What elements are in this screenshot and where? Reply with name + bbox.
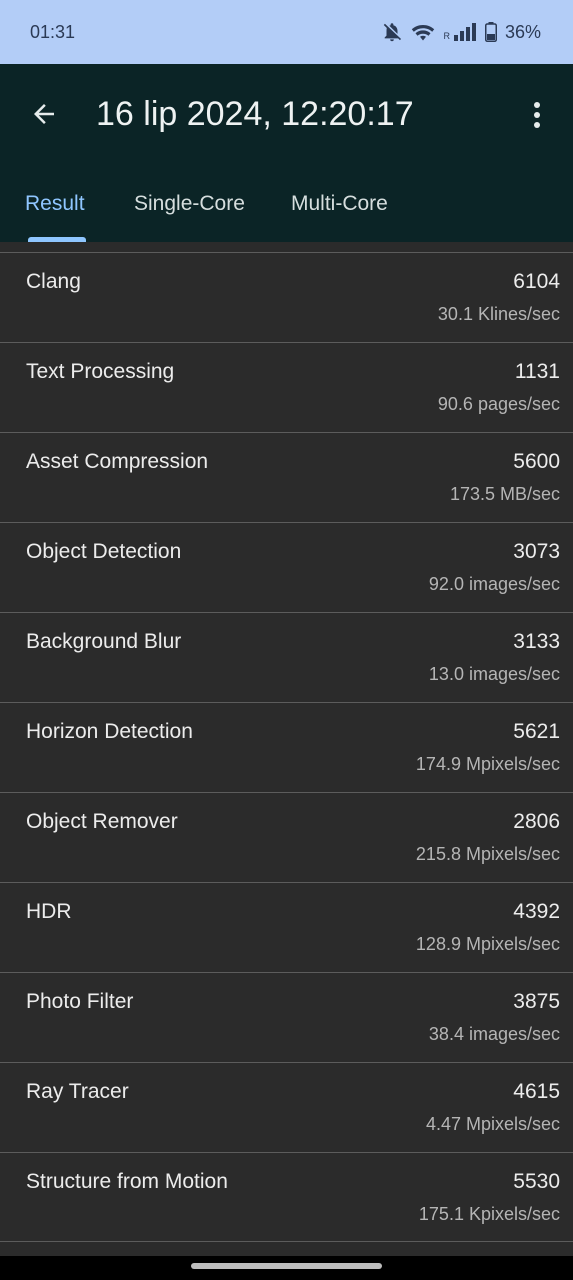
benchmark-name: Structure from Motion [26,1170,228,1193]
benchmark-score: 5621 [513,720,560,743]
roaming-label: R [443,31,450,41]
tab-indicator [28,237,86,242]
list-item[interactable]: Asset Compression 5600 173.5 MB/sec [0,432,573,522]
benchmark-name: Object Remover [26,810,178,833]
tab-result[interactable]: Result [25,192,85,216]
benchmark-name: Background Blur [26,630,182,653]
list-item[interactable]: Text Processing 1131 90.6 pages/sec [0,342,573,432]
benchmark-score: 5530 [513,1170,560,1193]
list-item[interactable]: Object Remover 2806 215.8 Mpixels/sec [0,792,573,882]
benchmark-rate: 90.6 pages/sec [437,394,560,414]
benchmark-score: 1131 [514,360,560,383]
benchmark-score: 4615 [513,1080,560,1103]
list-item[interactable]: Clang 6104 30.1 Klines/sec [0,252,573,342]
benchmark-name: Text Processing [26,360,175,383]
benchmark-rate: 30.1 Klines/sec [437,304,560,324]
benchmark-rate: 92.0 images/sec [428,574,560,594]
benchmark-name: Clang [26,270,81,293]
back-button[interactable] [26,96,62,132]
bell-off-icon [381,21,403,43]
benchmark-name: Ray Tracer [26,1080,129,1103]
benchmark-score: 4392 [513,900,560,923]
benchmark-score: 6104 [513,270,560,293]
benchmark-rate: 38.4 images/sec [428,1024,560,1044]
more-vert-icon [534,102,540,128]
benchmark-name: HDR [26,900,72,923]
status-time: 01:31 [30,21,76,42]
benchmark-rate: 13.0 images/sec [428,664,560,684]
tab-multi-core[interactable]: Multi-Core [291,192,388,216]
battery-percent: 36% [504,21,541,42]
benchmark-name: Object Detection [26,540,182,563]
benchmark-name: Horizon Detection [26,720,193,743]
list-item[interactable]: Ray Tracer 4615 4.47 Mpixels/sec [0,1062,573,1152]
more-options-button[interactable] [521,97,553,133]
benchmark-name: Photo Filter [26,990,134,1013]
status-bar: 01:31 R 36% [0,0,573,64]
arrow-left-icon [34,104,54,124]
list-item[interactable]: Background Blur 3133 13.0 images/sec [0,612,573,702]
wifi-icon [411,22,435,42]
benchmark-rate: 4.47 Mpixels/sec [425,1114,560,1134]
list-item[interactable]: Horizon Detection 5621 174.9 Mpixels/sec [0,702,573,792]
benchmark-score: 2806 [513,810,560,833]
benchmark-rate: 174.9 Mpixels/sec [415,754,560,774]
benchmark-score: 3875 [513,990,560,1013]
benchmark-rate: 173.5 MB/sec [449,484,560,504]
benchmark-score: 5600 [513,450,560,473]
tab-single-core[interactable]: Single-Core [134,192,245,216]
benchmark-rate: 128.9 Mpixels/sec [415,934,560,954]
list-item[interactable]: Photo Filter 3875 38.4 images/sec [0,972,573,1062]
results-list: Clang 6104 30.1 Klines/sec Text Processi… [0,252,573,1242]
benchmark-name: Asset Compression [26,450,209,473]
app-bar: 16 lip 2024, 12:20:17 Result Single-Core… [0,64,573,242]
list-item[interactable]: Structure from Motion 5530 175.1 Kpixels… [0,1152,573,1242]
list-item[interactable]: Object Detection 3073 92.0 images/sec [0,522,573,612]
roaming-signal-icon: R [443,23,477,41]
benchmark-rate: 215.8 Mpixels/sec [415,844,560,864]
status-icons: R 36% [381,21,541,43]
home-indicator[interactable] [191,1263,382,1269]
list-item[interactable]: HDR 4392 128.9 Mpixels/sec [0,882,573,972]
page-title: 16 lip 2024, 12:20:17 [96,95,414,133]
benchmark-rate: 175.1 Kpixels/sec [418,1204,560,1224]
benchmark-score: 3073 [513,540,560,563]
battery-icon [484,22,497,42]
benchmark-score: 3133 [513,630,560,653]
